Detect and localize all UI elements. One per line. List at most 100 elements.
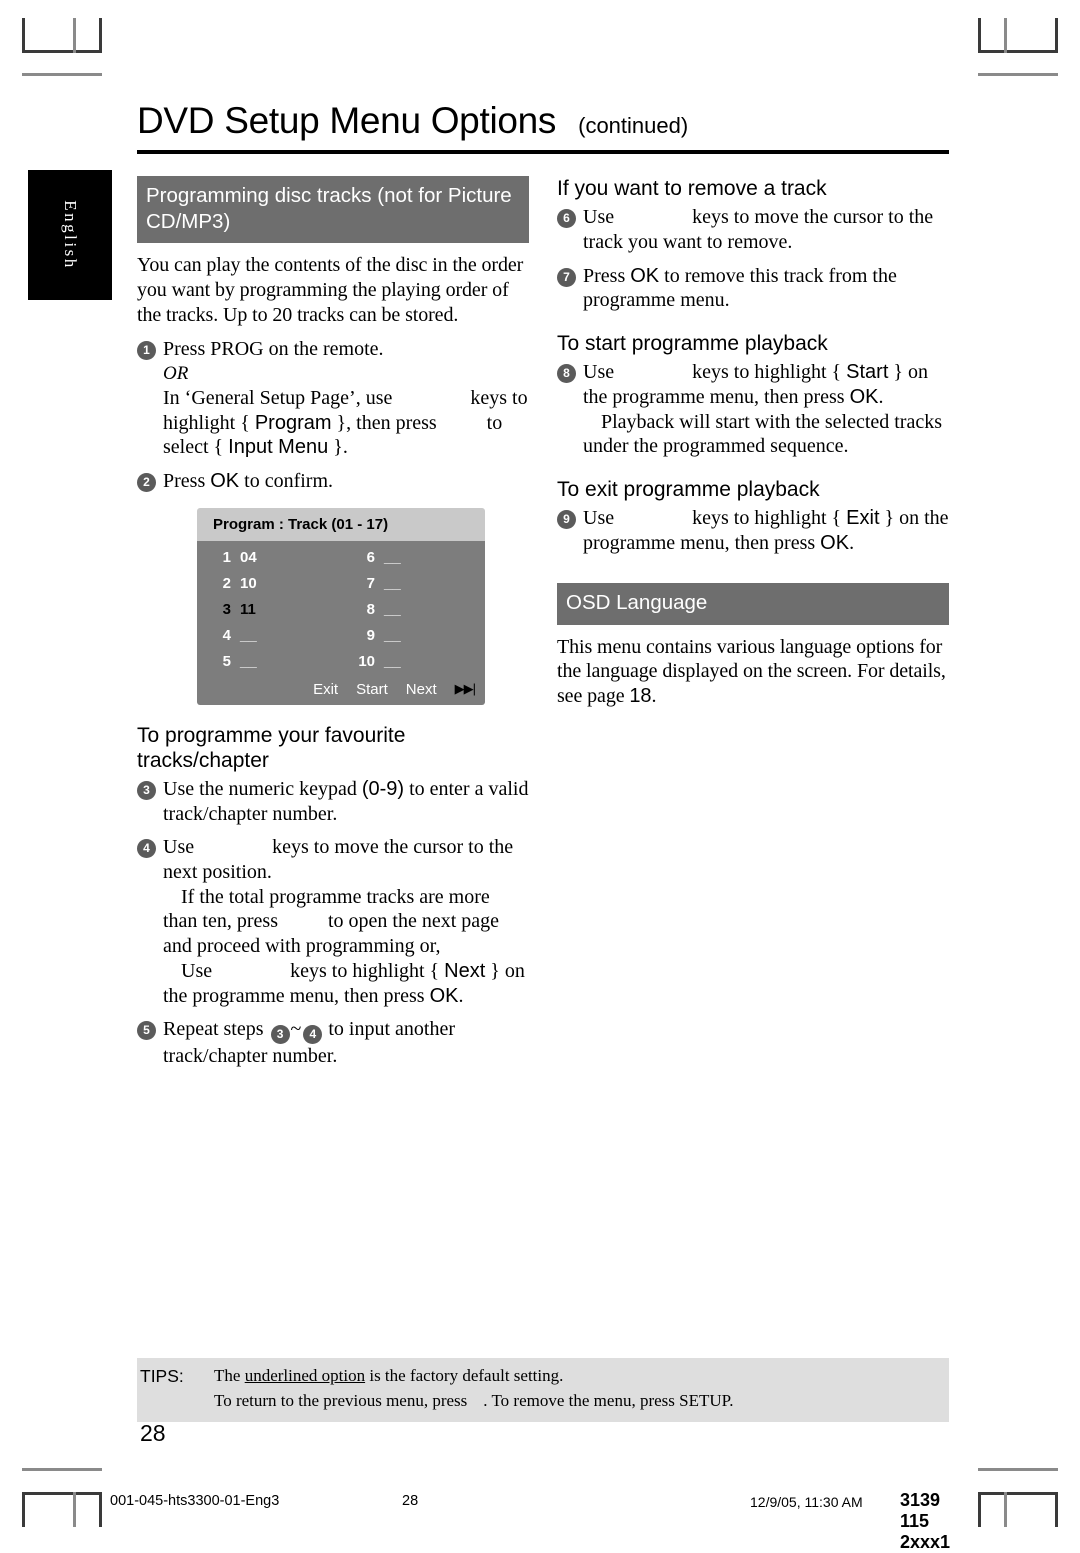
step-1-line1: Press PROG on the remote. [163, 337, 384, 360]
intro-paragraph: You can play the contents of the disc in… [137, 254, 524, 326]
step-8-text-e: Playback will start with the selected tr… [583, 410, 943, 458]
crop-mark-segment [978, 1468, 1058, 1471]
osd-action-next[interactable]: Next [406, 681, 437, 698]
section-header-osd-language: OSD Language [557, 583, 949, 625]
step-number-badge: 6 [557, 209, 576, 229]
program-entry-value: __ [384, 548, 401, 566]
button-token-ok: OK [849, 385, 879, 408]
program-entry-value: __ [384, 600, 401, 618]
tips-line-1: The underlined option is the factory def… [214, 1364, 949, 1389]
step-9-text-b: keys to highlight { [692, 507, 842, 530]
step-9-text: Use keys to highlight { Exit } on the pro… [583, 506, 949, 555]
program-entry-row[interactable]: 1 04 [197, 549, 341, 575]
step-7: 7 Press OK to remove this track from the… [557, 264, 949, 313]
print-footer-page: 28 [402, 1493, 419, 1509]
tips-row-1: TIPS: The underlined option is the facto… [137, 1364, 949, 1389]
print-footer-filename: 001-045-hts3300-01-Eng3 [110, 1493, 280, 1509]
step-5: 5 Repeat steps 3 ~4 to input another trac… [137, 1017, 529, 1069]
button-token-ok: OK [210, 469, 240, 492]
program-entry-grid: 1 04 2 10 3 11 4 __ 5 __ 6 __ 7 __ 8 __ 9 __ 10 __ [197, 549, 485, 679]
page-title: DVD Setup Menu Options [137, 100, 557, 141]
right-column: If you want to remove a track 6 Use keys … [557, 176, 949, 1069]
menu-token-exit: Exit [846, 507, 880, 530]
step-9-text-a: Use [583, 507, 615, 530]
program-entry-value: __ [240, 626, 257, 644]
crop-mark-segment [978, 73, 1058, 76]
crop-mark-segment [978, 50, 1058, 53]
program-entry-row[interactable]: 6 __ [341, 549, 485, 575]
step-1-line2-e: }. [333, 436, 348, 459]
program-entry-row[interactable]: 5 __ [197, 653, 341, 679]
button-token-ok: OK [820, 531, 850, 554]
program-entry-value: __ [384, 574, 401, 592]
step-6-text-b: keys to move the cursor to the track you… [583, 206, 934, 253]
program-entry-row[interactable]: 7 __ [341, 575, 485, 601]
step-4-text-e: Use [181, 959, 213, 982]
step-number-badge: 4 [137, 839, 156, 859]
menu-token-input-menu: Input Menu [228, 436, 329, 459]
program-entry-value: __ [384, 626, 401, 644]
program-entry-index: 6 [366, 548, 375, 566]
step-8-text: Use keys to highlight { Start } on the pr… [583, 360, 949, 459]
tips-line-2-b: . To remove the menu, press SETUP. [483, 1391, 734, 1411]
program-entries-right: 6 __ 7 __ 8 __ 9 __ 10 __ [341, 549, 485, 679]
program-box-actions: Exit Start Next ▶▶| [197, 679, 485, 702]
program-entry-row[interactable]: 9 __ [341, 627, 485, 653]
program-track-osd-box: Program : Track (01 - 17) 1 04 2 10 3 11 4 _… [197, 507, 485, 705]
program-entry-row[interactable]: 4 __ [197, 627, 341, 653]
tips-line-1-a: The [214, 1366, 245, 1385]
crop-mark-segment [22, 50, 102, 53]
step-number-badge: 9 [557, 510, 576, 530]
step-6: 6 Use keys to move the cursor to the trac… [557, 205, 949, 254]
step-9: 9 Use keys to highlight { Exit } on the p… [557, 506, 949, 555]
step-2-text-a: Press [163, 469, 206, 492]
step-number-badge: 8 [557, 364, 576, 384]
crop-mark-segment [73, 1492, 76, 1527]
page-number: 28 [140, 1420, 166, 1446]
menu-token-next: Next [444, 959, 486, 982]
subheading-programme-favourites: To programme your favourite tracks/chapt… [137, 723, 406, 772]
program-entry-value: 10 [240, 574, 257, 592]
menu-token-start: Start [846, 361, 889, 384]
program-box-body: 1 04 2 10 3 11 4 __ 5 __ 6 __ 7 __ 8 __ 9 __ 10 __ [197, 540, 485, 705]
section-header-programming: Programming disc tracks (not for Picture… [137, 176, 529, 244]
page-content: DVD Setup Menu Options (continued) Progr… [137, 100, 949, 1069]
tips-label-spacer [137, 1389, 214, 1414]
program-entry-row-selected[interactable]: 3 11 [197, 601, 341, 627]
program-entry-row[interactable]: 8 __ [341, 601, 485, 627]
step-7-text: Press OK to remove this track from the p… [583, 264, 949, 313]
program-entry-row[interactable]: 10 __ [341, 653, 485, 679]
step-3: 3 Use the numeric keypad (0-9) to enter … [137, 777, 529, 826]
print-footer-date: 12/9/05, 11:30 AM [750, 1494, 863, 1510]
tips-underlined-option: underlined option [244, 1366, 366, 1385]
step-8-text-d: . [878, 385, 884, 408]
button-token-ok: OK [429, 984, 459, 1007]
program-entry-index: 1 [222, 548, 231, 566]
osd-action-start[interactable]: Start [356, 681, 388, 698]
program-entries-left: 1 04 2 10 3 11 4 __ 5 __ [197, 549, 341, 679]
program-entry-index: 8 [366, 600, 375, 618]
program-entry-index: 2 [222, 574, 231, 592]
step-ref-badge-from: 3 [270, 1025, 290, 1045]
step-6-text-a: Use [583, 206, 615, 229]
tips-line-2: To return to the previous menu, press . T… [214, 1389, 949, 1414]
button-token-ok: OK [630, 264, 660, 287]
step-3-text-a: Use the numeric keypad [163, 778, 357, 801]
step-8-text-b: keys to highlight { [692, 361, 842, 384]
two-column-body: Programming disc tracks (not for Picture… [137, 176, 949, 1069]
program-entry-value: 11 [240, 600, 256, 618]
crop-mark-segment [1004, 1492, 1007, 1527]
osd-description-end: . [651, 685, 657, 708]
program-entry-row[interactable]: 2 10 [197, 575, 341, 601]
crop-mark-segment [978, 1492, 981, 1527]
osd-action-exit[interactable]: Exit [313, 681, 338, 698]
step-number-badge: 3 [137, 781, 156, 801]
crop-mark-segment [1055, 18, 1058, 53]
tips-footer: TIPS: The underlined option is the facto… [137, 1358, 949, 1423]
tips-row-2: To return to the previous menu, press . T… [137, 1389, 949, 1414]
crop-mark-segment [978, 18, 981, 53]
step-1-text: Press PROG on the remote. OR In ‘General… [163, 337, 529, 460]
left-column: Programming disc tracks (not for Picture… [137, 176, 529, 1069]
program-entry-index: 3 [222, 600, 231, 618]
step-2: 2 Press OK to confirm. [137, 469, 529, 494]
